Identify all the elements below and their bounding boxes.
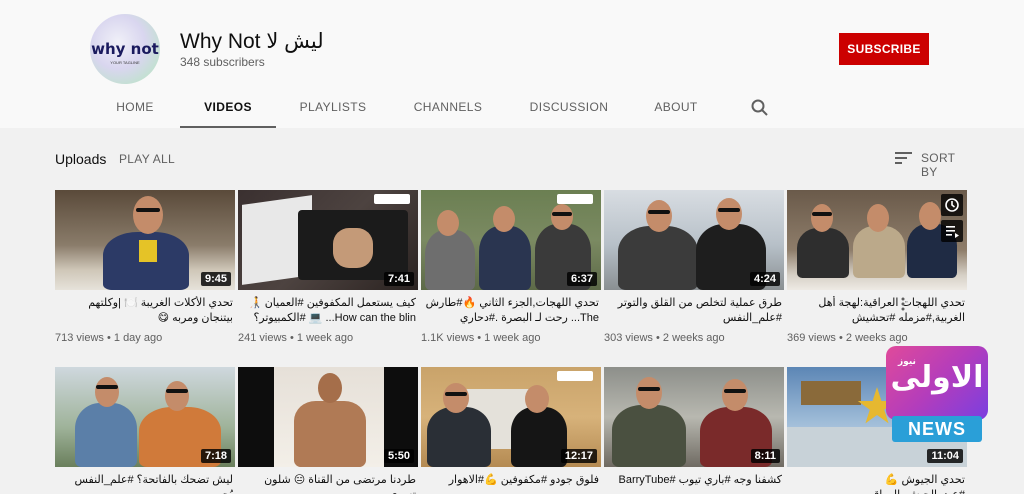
upload-age: 1 week ago	[296, 332, 354, 344]
video-card[interactable]: 4:24 طرق عملية لتخلص من القلق والتوتر #ع…	[604, 190, 784, 350]
sort-by-label: SORT BY	[921, 151, 956, 179]
video-title[interactable]: ليش تضحك بالفاتحة؟ #علم_النفس يُجيب	[55, 473, 234, 494]
video-duration: 5:50	[383, 449, 414, 463]
view-count: 303 views	[604, 332, 653, 344]
video-duration: 11:04	[927, 449, 963, 463]
tab-playlists[interactable]: PLAYLISTS	[298, 90, 368, 128]
video-duration: 7:41	[383, 272, 414, 286]
tab-discussion[interactable]: DISCUSSION	[528, 90, 610, 128]
watermark-badge: نيوز الاولى	[886, 346, 988, 420]
avatar-logo-subtext: YOUR TAGLINE	[110, 60, 140, 65]
upload-age: 1 day ago	[113, 332, 163, 344]
video-title[interactable]: كيف يستعمل المكفوفين #العميان 🧑‍🦯 How ca…	[238, 296, 416, 326]
tab-videos[interactable]: VIDEOS	[180, 90, 276, 128]
tab-channels[interactable]: CHANNELS	[412, 90, 484, 128]
video-meta: 1.1K views • 1 week ago	[421, 332, 541, 344]
video-thumbnail[interactable]: 7:41	[238, 190, 418, 290]
more-options-icon[interactable]	[900, 296, 906, 312]
watermark-arabic-text: الاولى	[890, 360, 984, 395]
uploads-title: Uploads	[55, 151, 107, 167]
news-watermark-logo: نيوز الاولى NEWS	[886, 346, 988, 446]
sort-by-button[interactable]: SORT BY	[895, 148, 975, 179]
video-thumbnail[interactable]: 6:37	[421, 190, 601, 290]
video-duration: 12:17	[560, 449, 597, 463]
avatar-logo-text: why not	[91, 40, 159, 58]
video-card[interactable]: 12:17 فلوق جودو #مكفوفين 💪#الاهوار	[421, 367, 601, 494]
search-icon[interactable]	[750, 98, 770, 118]
video-duration: 8:11	[750, 449, 780, 463]
subscriber-count: 348 subscribers	[180, 55, 265, 69]
channel-name: ليش لا Why Not	[180, 30, 324, 53]
video-title[interactable]: فلوق جودو #مكفوفين 💪#الاهوار	[421, 473, 599, 494]
video-thumbnail[interactable]: 12:17	[421, 367, 601, 467]
tab-about[interactable]: ABOUT	[652, 90, 700, 128]
video-meta: 369 views • 2 weeks ago	[787, 332, 908, 344]
video-duration: 4:24	[749, 272, 780, 286]
video-thumbnail[interactable]: 9:45	[55, 190, 235, 290]
video-meta: 713 views • 1 day ago	[55, 332, 163, 344]
video-title[interactable]: تحدي الجيوش 💪 #عيد_الجيش_العراقي	[787, 473, 965, 494]
video-duration: 9:45	[200, 272, 231, 286]
video-title[interactable]: تحدي اللهجات العراقية:لهجة أهل الغربية,#…	[787, 296, 965, 326]
video-meta: 241 views • 1 week ago	[238, 332, 354, 344]
video-title[interactable]: كشفنا وجه #باري تيوب #BarryTube	[604, 473, 782, 494]
video-title[interactable]: تحدي اللهجات,الجزء الثاني 🔥#طارش The... …	[421, 296, 599, 326]
video-title[interactable]: طرق عملية لتخلص من القلق والتوتر #علم_ال…	[604, 296, 782, 326]
add-to-queue-icon[interactable]	[941, 220, 963, 242]
video-card[interactable]: 6:37 تحدي اللهجات,الجزء الثاني 🔥#طارش Th…	[421, 190, 601, 350]
video-title[interactable]: طردنا مرتضى من القناة 😑 شلون تسوي	[238, 473, 416, 494]
channel-avatar[interactable]: why not YOUR TAGLINE	[90, 14, 160, 84]
watermark-news-text: NEWS	[892, 416, 982, 442]
view-count: 1.1K views	[421, 332, 475, 344]
video-card[interactable]: 8:11 كشفنا وجه #باري تيوب #BarryTube	[604, 367, 784, 494]
upload-age: 2 weeks ago	[662, 332, 725, 344]
video-thumbnail[interactable]: 8:11	[604, 367, 784, 467]
video-thumbnail[interactable]	[787, 190, 967, 290]
video-card[interactable]: تحدي اللهجات العراقية:لهجة أهل الغربية,#…	[787, 190, 967, 350]
tab-home[interactable]: HOME	[112, 90, 158, 128]
video-duration: 6:37	[566, 272, 597, 286]
video-duration: 7:18	[200, 449, 231, 463]
channel-header: why not YOUR TAGLINE ليش لا Why Not 348 …	[0, 0, 1024, 128]
video-thumbnail[interactable]: 4:24	[604, 190, 784, 290]
upload-age: 2 weeks ago	[845, 332, 908, 344]
view-count: 241 views	[238, 332, 287, 344]
video-title[interactable]: تحدي الأكلات الغريبة 🍽️ |وكلتهم بيتنجان …	[55, 296, 233, 326]
video-card[interactable]: 7:41 كيف يستعمل المكفوفين #العميان 🧑‍🦯 H…	[238, 190, 418, 350]
uploads-bar: Uploads PLAY ALL SORT BY	[0, 142, 1024, 179]
video-meta: 303 views • 2 weeks ago	[604, 332, 725, 344]
video-card[interactable]: 9:45 تحدي الأكلات الغريبة 🍽️ |وكلتهم بيت…	[55, 190, 235, 350]
channel-tabs: HOME VIDEOS PLAYLISTS CHANNELS DISCUSSIO…	[0, 90, 1024, 128]
view-count: 369 views	[787, 332, 836, 344]
subscribe-button[interactable]: SUBSCRIBE	[839, 33, 929, 65]
watch-later-icon[interactable]	[941, 194, 963, 216]
video-thumbnail[interactable]: 7:18	[55, 367, 235, 467]
view-count: 713 views	[55, 332, 104, 344]
upload-age: 1 week ago	[484, 332, 541, 344]
sort-icon	[895, 152, 912, 164]
video-card[interactable]: 7:18 ليش تضحك بالفاتحة؟ #علم_النفس يُجيب	[55, 367, 235, 494]
video-thumbnail[interactable]: 5:50	[238, 367, 418, 467]
play-all-button[interactable]: PLAY ALL	[119, 152, 175, 166]
video-card[interactable]: 5:50 طردنا مرتضى من القناة 😑 شلون تسوي	[238, 367, 418, 494]
